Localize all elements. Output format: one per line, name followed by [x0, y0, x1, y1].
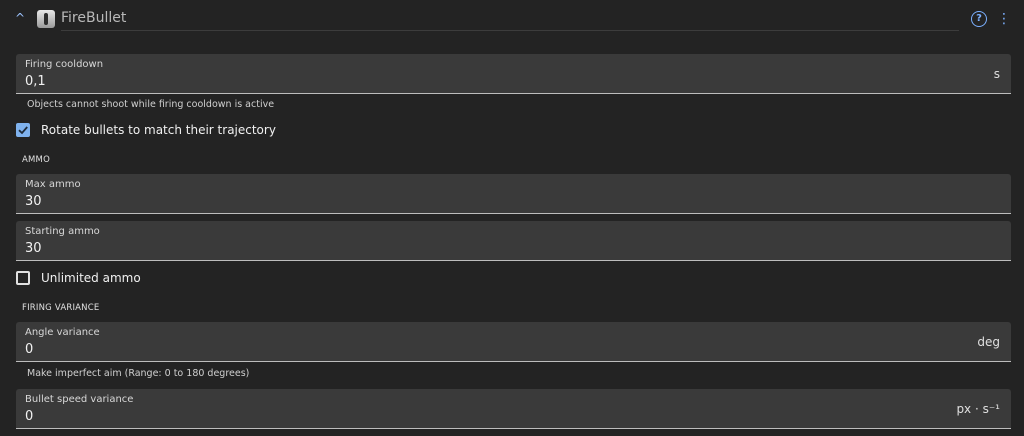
angle-variance-unit: deg — [977, 335, 1000, 349]
ammo-section-title: AMMO — [22, 155, 50, 165]
angle-variance-value[interactable]: 0 — [25, 342, 33, 357]
starting-ammo-value[interactable]: 30 — [25, 241, 42, 256]
more-options-icon[interactable]: ⋮ — [997, 10, 1011, 28]
bullet-speed-variance-label: Bullet speed variance — [25, 394, 134, 405]
unlimited-ammo-checkbox[interactable] — [16, 271, 30, 285]
bullet-speed-variance-value[interactable]: 0 — [25, 409, 33, 424]
firing-cooldown-label: Firing cooldown — [25, 59, 104, 70]
behavior-icon — [37, 10, 55, 28]
angle-variance-field[interactable]: Angle variance 0 deg — [16, 322, 1011, 362]
firing-cooldown-helper: Objects cannot shoot while firing cooldo… — [27, 99, 275, 110]
max-ammo-label: Max ammo — [25, 179, 81, 190]
unlimited-ammo-label: Unlimited ammo — [41, 271, 141, 285]
max-ammo-field[interactable]: Max ammo 30 — [16, 174, 1011, 214]
checkmark-icon — [18, 126, 28, 135]
rotate-bullets-checkbox[interactable] — [16, 123, 30, 137]
rotate-bullets-label: Rotate bullets to match their trajectory — [41, 123, 276, 137]
firing-variance-section-title: FIRING VARIANCE — [22, 303, 100, 313]
max-ammo-value[interactable]: 30 — [25, 194, 42, 209]
behavior-name-field[interactable]: FireBullet — [61, 6, 959, 31]
starting-ammo-field[interactable]: Starting ammo 30 — [16, 221, 1011, 261]
angle-variance-helper: Make imperfect aim (Range: 0 to 180 degr… — [27, 368, 250, 379]
firing-cooldown-field[interactable]: Firing cooldown 0,1 s — [16, 54, 1011, 94]
bullet-speed-variance-unit: px · s⁻¹ — [956, 402, 1000, 416]
collapse-chevron-icon[interactable]: ^ — [12, 10, 28, 26]
firing-cooldown-unit: s — [993, 67, 1000, 81]
bullet-speed-variance-field[interactable]: Bullet speed variance 0 px · s⁻¹ — [16, 389, 1011, 429]
starting-ammo-label: Starting ammo — [25, 226, 100, 237]
help-icon[interactable]: ? — [971, 11, 987, 27]
angle-variance-label: Angle variance — [25, 327, 100, 338]
firing-cooldown-value[interactable]: 0,1 — [25, 74, 46, 89]
behavior-header: ^ FireBullet ? ⋮ — [0, 0, 1024, 38]
